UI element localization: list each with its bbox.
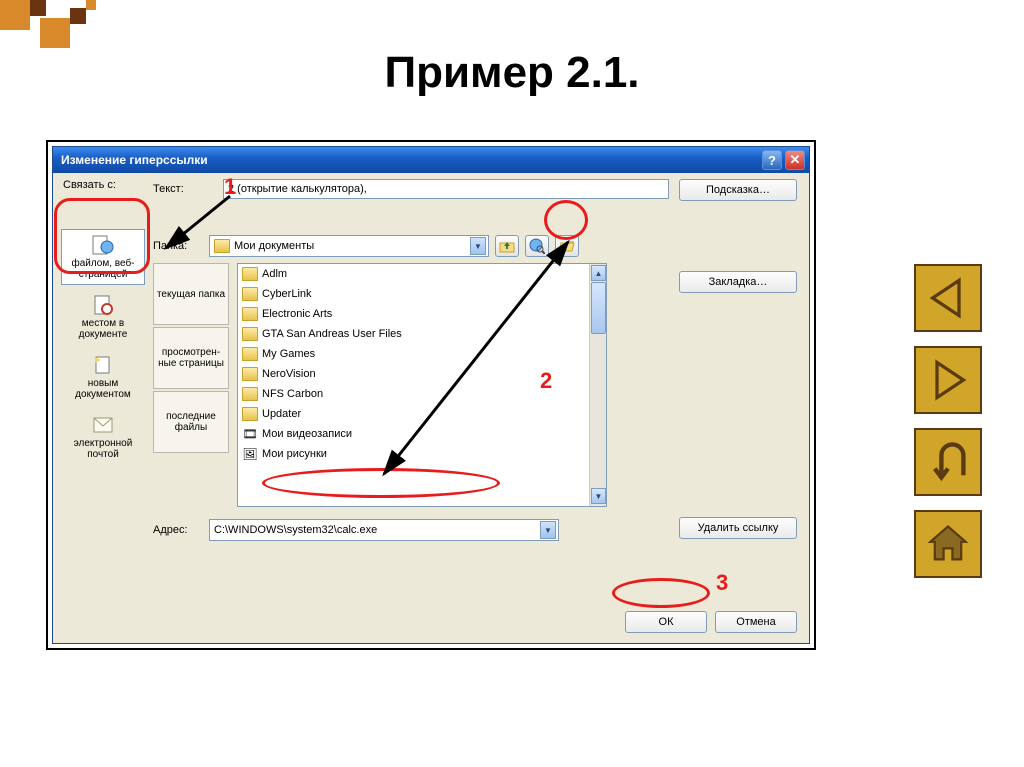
file-item[interactable]: 🖼 Мои рисунки xyxy=(238,444,606,464)
address-label: Адрес: xyxy=(153,524,203,536)
file-item[interactable]: Electronic Arts xyxy=(238,304,606,324)
folder-up-icon xyxy=(499,239,515,253)
folder-icon xyxy=(242,387,258,401)
file-item[interactable]: CyberLink xyxy=(238,284,606,304)
folder-value: Мои документы xyxy=(234,240,314,252)
file-name: Updater xyxy=(262,408,301,420)
scrollbar[interactable]: ▲ ▼ xyxy=(589,264,606,506)
text-input[interactable] xyxy=(223,179,669,199)
file-item[interactable]: NeroVision xyxy=(238,364,606,384)
ok-button[interactable]: ОК xyxy=(625,611,707,633)
file-list[interactable]: Adlm CyberLink Electronic Arts GTA San Andr… xyxy=(237,263,607,507)
nav-next-button[interactable] xyxy=(914,346,982,414)
email-icon xyxy=(91,414,115,436)
link-target-label: новым документом xyxy=(75,378,131,400)
address-value: C:\WINDOWS\system32\calc.exe xyxy=(214,524,377,536)
hyperlink-dialog: Изменение гиперссылки ? ✕ Связать с: Тек… xyxy=(52,146,810,644)
file-name: NeroVision xyxy=(262,368,316,380)
browse-web-button[interactable] xyxy=(525,235,549,257)
link-target-email[interactable]: электронной почтой xyxy=(61,409,145,465)
mid-nav-label: последние файлы xyxy=(154,411,228,433)
scroll-up-button[interactable]: ▲ xyxy=(591,265,606,281)
new-document-icon xyxy=(91,354,115,376)
link-target-label: файлом, веб-страницей xyxy=(71,258,134,280)
current-folder-tab[interactable]: текущая папка xyxy=(153,263,229,325)
mid-nav-label: текущая папка xyxy=(157,289,225,300)
browsed-pages-tab[interactable]: просмотрен- ные страницы xyxy=(153,327,229,389)
up-one-level-button[interactable] xyxy=(495,235,519,257)
nav-home-button[interactable] xyxy=(914,510,982,578)
scroll-thumb[interactable] xyxy=(591,282,606,334)
file-name: GTA San Andreas User Files xyxy=(262,328,402,340)
link-target-label: электронной почтой xyxy=(74,438,133,460)
slide-title: Пример 2.1. xyxy=(0,48,1024,98)
folder-label: Папка: xyxy=(153,240,203,252)
nav-prev-button[interactable] xyxy=(914,264,982,332)
link-target-place[interactable]: местом в документе xyxy=(61,289,145,345)
file-name: Adlm xyxy=(262,268,287,280)
close-icon: ✕ xyxy=(790,152,801,168)
chevron-down-icon: ▼ xyxy=(540,521,556,539)
folder-icon xyxy=(242,407,258,421)
link-target-label: местом в документе xyxy=(79,318,128,340)
folder-open-icon xyxy=(559,239,575,253)
document-place-icon xyxy=(91,294,115,316)
video-folder-icon: 🎞 xyxy=(242,426,258,442)
file-name: Electronic Arts xyxy=(262,308,332,320)
triangle-right-icon xyxy=(926,358,970,402)
browse-file-button[interactable] xyxy=(555,235,579,257)
folder-icon xyxy=(242,347,258,361)
help-button[interactable]: ? xyxy=(762,150,782,170)
globe-page-icon xyxy=(91,234,115,256)
mid-nav-label: просмотрен- ные страницы xyxy=(158,347,224,369)
file-name: NFS Carbon xyxy=(262,388,323,400)
bookmark-button[interactable]: Закладка… xyxy=(679,271,797,293)
file-item[interactable]: NFS Carbon xyxy=(238,384,606,404)
recent-files-tab[interactable]: последние файлы xyxy=(153,391,229,453)
cancel-button[interactable]: Отмена xyxy=(715,611,797,633)
folder-icon xyxy=(242,307,258,321)
folder-combo[interactable]: Мои документы ▼ xyxy=(209,235,489,257)
triangle-left-icon xyxy=(926,276,970,320)
link-target-file-web[interactable]: файлом, веб-страницей xyxy=(61,229,145,285)
close-button[interactable]: ✕ xyxy=(785,150,805,170)
link-target-panel: файлом, веб-страницей местом в документе… xyxy=(61,229,147,469)
titlebar[interactable]: Изменение гиперссылки ? ✕ xyxy=(53,147,809,173)
file-name: Мои видеозаписи xyxy=(262,428,352,440)
folder-icon xyxy=(214,239,230,253)
address-combo[interactable]: C:\WINDOWS\system32\calc.exe ▼ xyxy=(209,519,559,541)
folder-icon xyxy=(242,367,258,381)
u-turn-icon xyxy=(926,440,970,484)
folder-icon xyxy=(242,267,258,281)
pictures-folder-icon: 🖼 xyxy=(242,446,258,462)
nav-return-button[interactable] xyxy=(914,428,982,496)
file-item[interactable]: Adlm xyxy=(238,264,606,284)
file-item[interactable]: GTA San Andreas User Files xyxy=(238,324,606,344)
browse-history-panel: текущая папка просмотрен- ные страницы п… xyxy=(153,263,233,455)
file-item[interactable]: 🎞 Мои видеозаписи xyxy=(238,424,606,444)
file-item[interactable]: My Games xyxy=(238,344,606,364)
link-target-newdoc[interactable]: новым документом xyxy=(61,349,145,405)
text-label: Текст: xyxy=(153,183,223,195)
chevron-down-icon: ▼ xyxy=(470,237,486,255)
file-item[interactable]: Updater xyxy=(238,404,606,424)
folder-icon xyxy=(242,327,258,341)
file-name: CyberLink xyxy=(262,288,312,300)
dialog-screenshot: Изменение гиперссылки ? ✕ Связать с: Тек… xyxy=(46,140,816,650)
folder-icon xyxy=(242,287,258,301)
scroll-down-button[interactable]: ▼ xyxy=(591,488,606,504)
home-icon xyxy=(926,522,970,566)
file-name: Мои рисунки xyxy=(262,448,327,460)
globe-search-icon xyxy=(529,238,545,254)
question-icon: ? xyxy=(768,153,776,168)
dialog-title: Изменение гиперссылки xyxy=(61,153,208,167)
tooltip-button[interactable]: Подсказка… xyxy=(679,179,797,201)
file-name: My Games xyxy=(262,348,315,360)
